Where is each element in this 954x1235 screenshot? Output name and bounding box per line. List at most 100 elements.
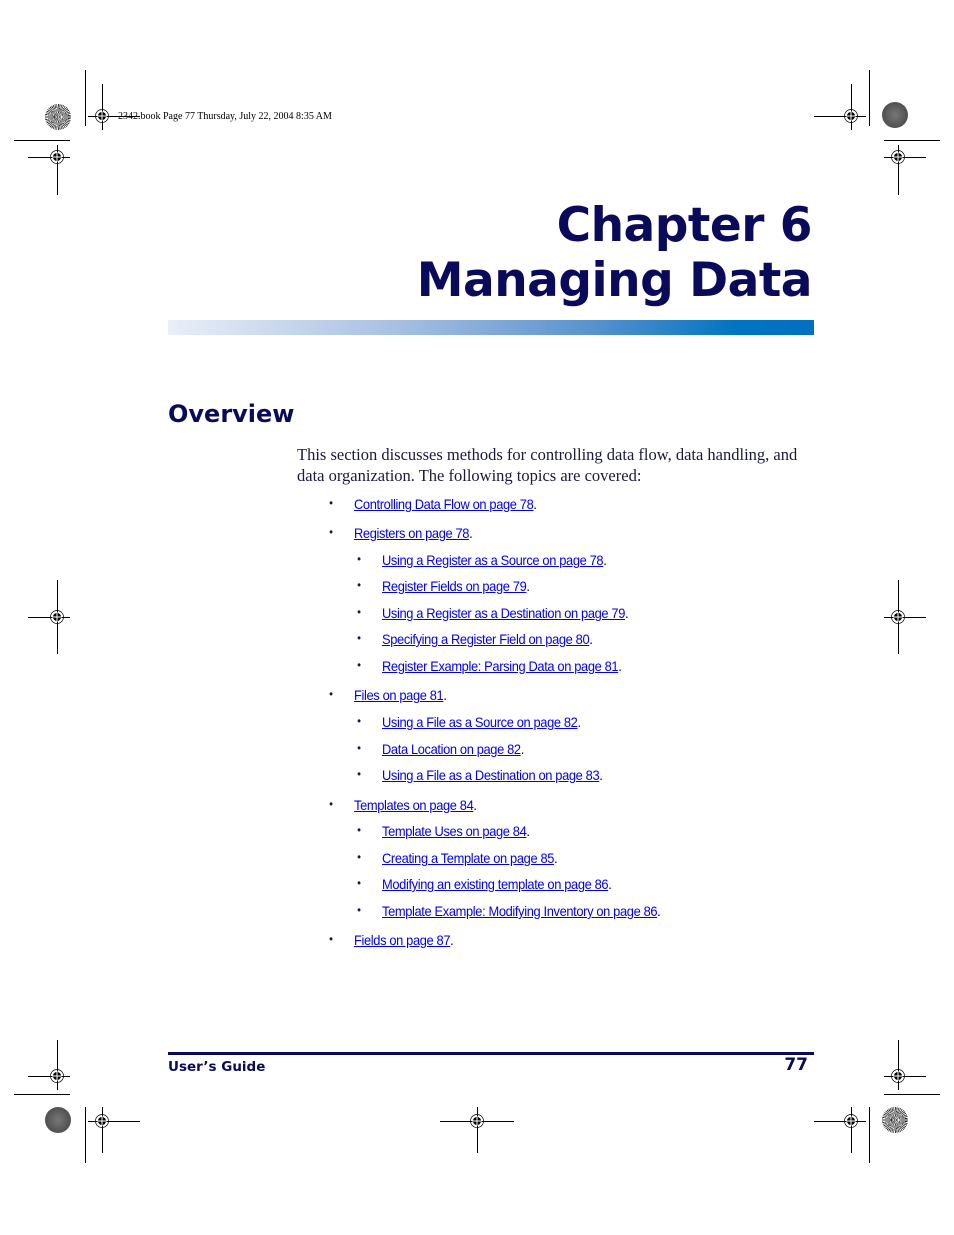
- registration-target-icon: [50, 1069, 64, 1083]
- topic-suffix: .: [618, 658, 622, 674]
- registration-target-icon: [844, 109, 858, 123]
- topic-suffix: .: [589, 631, 593, 647]
- topic-suffix: .: [469, 525, 473, 541]
- topic-suffix: .: [603, 552, 607, 568]
- topic-link[interactable]: Specifying a Register Field on page 80: [382, 631, 590, 647]
- bullet-icon: •: [329, 797, 333, 811]
- registration-target-icon: [50, 610, 64, 624]
- bullet-icon: •: [357, 552, 361, 566]
- bullet-icon: •: [357, 767, 361, 781]
- registration-target-icon: [50, 150, 64, 164]
- topic-link[interactable]: Register Example: Parsing Data on page 8…: [382, 658, 619, 674]
- topic-suffix: .: [554, 850, 558, 866]
- subtopic-item: • Data Location on page 82.: [357, 741, 525, 757]
- topic-item: • Registers on page 78.: [329, 525, 473, 541]
- registration-rosette-icon: [882, 102, 908, 128]
- registration-rosette-icon: [882, 1107, 908, 1133]
- section-heading: Overview: [168, 400, 295, 428]
- topic-suffix: .: [533, 496, 537, 512]
- topic-suffix: .: [450, 932, 454, 948]
- topic-suffix: .: [473, 797, 477, 813]
- topic-link[interactable]: Using a File as a Source on page 82: [382, 714, 578, 730]
- topic-link[interactable]: Template Example: Modifying Inventory on…: [382, 903, 658, 919]
- chapter-title: Chapter 6 Managing Data: [416, 198, 813, 308]
- topic-suffix: .: [608, 876, 612, 892]
- topic-suffix: .: [577, 714, 581, 730]
- topic-link[interactable]: Modifying an existing template on page 8…: [382, 876, 609, 892]
- topic-link[interactable]: Using a Register as a Source on page 78: [382, 552, 604, 568]
- crop-line: [14, 140, 70, 141]
- subtopic-item: • Template Example: Modifying Inventory o…: [357, 903, 661, 919]
- topic-suffix: .: [520, 741, 525, 757]
- topic-item: • Templates on page 84.: [329, 797, 477, 813]
- crop-line: [85, 1107, 86, 1163]
- topic-suffix: .: [526, 578, 530, 594]
- topic-link[interactable]: Controlling Data Flow on page 78: [354, 496, 534, 512]
- topic-suffix: .: [526, 823, 530, 839]
- registration-target-icon: [95, 109, 109, 123]
- registration-rosette-icon: [45, 1107, 71, 1133]
- bullet-icon: •: [357, 741, 361, 755]
- subtopic-item: • Using a Register as a Source on page 78…: [357, 552, 607, 568]
- print-slug: 2342.book Page 77 Thursday, July 22, 200…: [118, 111, 332, 122]
- bullet-icon: •: [329, 525, 333, 539]
- topic-item: • Files on page 81.: [329, 687, 447, 703]
- registration-target-icon: [95, 1114, 109, 1128]
- registration-target-icon: [891, 1069, 905, 1083]
- topic-link[interactable]: Using a File as a Destination on page 83: [382, 767, 600, 783]
- subtopic-item: • Using a File as a Source on page 82.: [357, 714, 581, 730]
- topic-link[interactable]: Using a Register as a Destination on pag…: [382, 605, 625, 621]
- subtopic-item: • Using a Register as a Destination on pa…: [357, 605, 629, 621]
- bullet-icon: •: [357, 605, 361, 619]
- footer-rule: [168, 1052, 814, 1055]
- crop-line: [85, 70, 86, 126]
- footer-title: User’s Guide: [168, 1059, 266, 1075]
- chapter-name: Managing Data: [416, 253, 813, 308]
- bullet-icon: •: [357, 903, 361, 917]
- crop-line: [884, 1094, 940, 1095]
- topic-link[interactable]: Registers on page 78: [354, 525, 469, 541]
- crop-line: [884, 140, 940, 141]
- chapter-divider-bar: [168, 320, 814, 335]
- bullet-icon: •: [357, 631, 361, 645]
- topic-link[interactable]: Templates on page 84: [354, 797, 474, 813]
- topic-link[interactable]: Files on page 81: [354, 687, 444, 703]
- registration-target-icon: [891, 610, 905, 624]
- subtopic-item: • Specifying a Register Field on page 80.: [357, 631, 593, 647]
- bullet-icon: •: [329, 687, 333, 701]
- crop-line: [869, 1107, 870, 1163]
- subtopic-item: • Creating a Template on page 85.: [357, 850, 558, 866]
- bullet-icon: •: [357, 850, 361, 864]
- topic-link[interactable]: Fields on page 87: [354, 932, 451, 948]
- bullet-icon: •: [357, 823, 361, 837]
- bullet-icon: •: [357, 876, 361, 890]
- topic-link[interactable]: Template Uses on page 84: [382, 823, 527, 839]
- topic-link[interactable]: Creating a Template on page 85: [382, 850, 554, 866]
- chapter-number: Chapter 6: [556, 198, 813, 253]
- intro-paragraph: This section discusses methods for contr…: [297, 445, 798, 485]
- bullet-icon: •: [357, 714, 361, 728]
- crop-line: [14, 1094, 70, 1095]
- topic-suffix: .: [625, 605, 629, 621]
- bullet-icon: •: [357, 578, 361, 592]
- subtopic-item: • Register Fields on page 79.: [357, 578, 530, 594]
- subtopic-item: • Register Example: Parsing Data on page …: [357, 658, 622, 674]
- bullet-icon: •: [357, 658, 361, 672]
- registration-target-icon: [891, 150, 905, 164]
- subtopic-item: • Modifying an existing template on page …: [357, 876, 612, 892]
- topic-item: • Fields on page 87.: [329, 932, 454, 948]
- topic-link[interactable]: Data Location on page 82: [382, 741, 521, 757]
- topic-suffix: .: [657, 903, 661, 919]
- subtopic-item: • Using a File as a Destination on page 8…: [357, 767, 603, 783]
- registration-target-icon: [844, 1114, 858, 1128]
- subtopic-item: • Template Uses on page 84.: [357, 823, 530, 839]
- topic-suffix: .: [443, 687, 447, 703]
- topic-link[interactable]: Register Fields on page 79: [382, 578, 527, 594]
- topic-suffix: .: [599, 767, 603, 783]
- crop-line: [869, 70, 870, 126]
- topic-item: • Controlling Data Flow on page 78.: [329, 496, 537, 512]
- registration-rosette-icon: [45, 104, 71, 130]
- bullet-icon: •: [329, 496, 333, 510]
- bullet-icon: •: [329, 932, 333, 946]
- registration-target-icon: [470, 1114, 484, 1128]
